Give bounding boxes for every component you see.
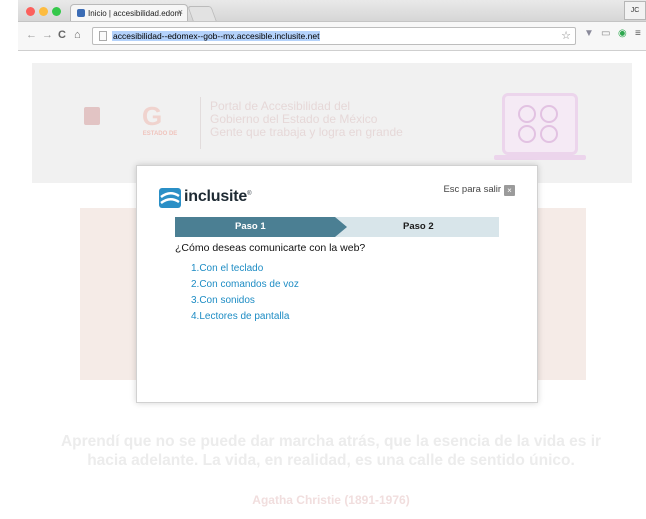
browser-tab-strip: Inicio | accesibilidad.edom × JC: [18, 0, 646, 22]
quote-text: Aprendí que no se puede dar marcha atrás…: [60, 433, 602, 469]
accessibility-device-icon: [502, 93, 578, 155]
step-2-label: Paso 2: [403, 221, 434, 232]
reload-icon[interactable]: C: [58, 29, 66, 41]
option-screen-readers[interactable]: 4.Lectores de pantalla: [191, 311, 289, 322]
browser-toolbar: ← → C ⌂ accesibilidad--edomex--gob--mx.a…: [18, 22, 646, 51]
step-arrow: [335, 217, 347, 237]
zoom-window-button[interactable]: [52, 7, 61, 16]
step-indicator: Paso 1 Paso 2: [175, 217, 499, 237]
option-sounds[interactable]: 3.Con sonidos: [191, 295, 255, 306]
building-icon: [84, 107, 100, 125]
profile-button[interactable]: JC: [624, 1, 646, 20]
logo-caption: ESTADO DE: [142, 131, 178, 137]
page-icon: [99, 31, 107, 41]
menu-icon[interactable]: ≡: [635, 28, 641, 40]
forward-arrow-icon[interactable]: →: [42, 29, 53, 41]
browser-tab[interactable]: Inicio | accesibilidad.edom ×: [70, 4, 188, 21]
inclusite-dialog: inclusite® Esc para salir × Paso 1 Paso …: [136, 165, 538, 403]
address-bar[interactable]: accesibilidad--edomex--gob--mx.accesible…: [92, 27, 576, 45]
step-1-label: Paso 1: [235, 221, 266, 232]
inclusite-logo-icon: [159, 188, 181, 208]
exit-label[interactable]: Esc para salir: [443, 184, 501, 195]
cast-icon[interactable]: ▭: [601, 28, 610, 40]
extension-icon[interactable]: ◉: [618, 28, 627, 40]
bookmark-star-icon[interactable]: ☆: [561, 29, 571, 42]
option-voice-commands[interactable]: 2.Con comandos de voz: [191, 279, 299, 290]
back-arrow-icon[interactable]: ←: [26, 29, 37, 41]
home-icon[interactable]: ⌂: [74, 29, 81, 41]
minimize-window-button[interactable]: [39, 7, 48, 16]
logo-letter: G: [142, 101, 163, 131]
state-logo: [72, 103, 112, 147]
close-icon[interactable]: ×: [504, 185, 515, 196]
option-keyboard[interactable]: 1.Con el teclado: [191, 263, 263, 274]
tab-close-icon[interactable]: ×: [178, 7, 183, 17]
url-text: accesibilidad--edomex--gob--mx.accesible…: [112, 31, 321, 41]
divider: [200, 97, 201, 149]
new-tab-button[interactable]: [187, 6, 217, 21]
tab-title: Inicio | accesibilidad.edom: [88, 9, 182, 18]
favicon-icon: [77, 9, 85, 17]
device-base: [494, 155, 586, 160]
close-window-button[interactable]: [26, 7, 35, 16]
question-text: ¿Cómo deseas comunicarte con la web?: [175, 242, 366, 254]
gobierno-logo: G ESTADO DE: [134, 101, 186, 145]
portal-title: Portal de Accesibilidad del Gobierno del…: [210, 100, 440, 139]
portal-subtitle: Gente que trabaja y logra en grande: [210, 125, 403, 139]
brand-name: inclusite®: [184, 188, 252, 205]
pocket-icon[interactable]: ▼: [584, 28, 594, 40]
quote-author: Agatha Christie (1891-1976): [252, 493, 410, 507]
